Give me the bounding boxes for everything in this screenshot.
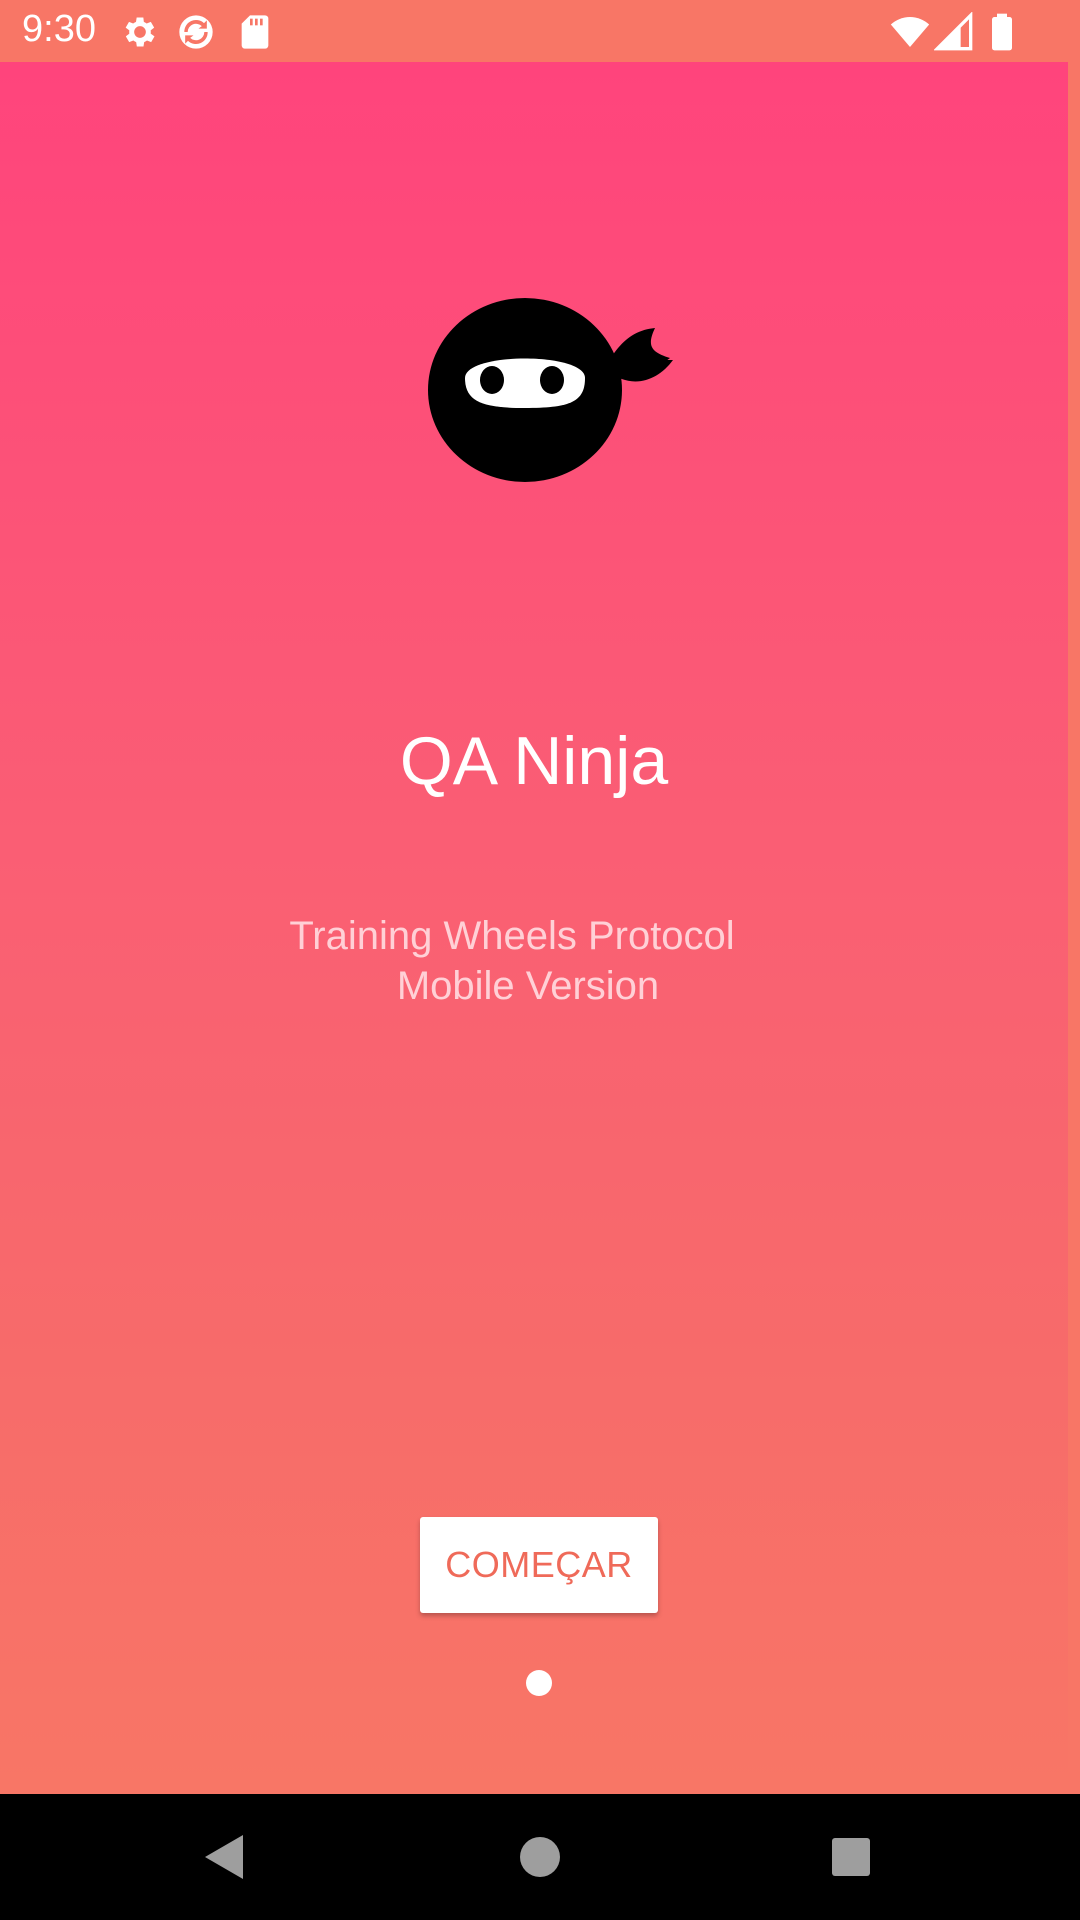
gear-icon	[125, 17, 155, 47]
home-button[interactable]	[507, 1824, 573, 1890]
wifi-icon	[890, 17, 930, 47]
sd-card-icon	[241, 15, 269, 49]
splash-content: QA Ninja Training Wheels Protocol Mobile…	[0, 62, 1068, 1794]
start-button[interactable]: COMEÇAR	[420, 1517, 658, 1613]
back-icon	[205, 1835, 243, 1879]
back-button[interactable]	[192, 1824, 258, 1890]
recents-icon	[832, 1838, 870, 1876]
navigation-bar	[0, 1794, 1080, 1920]
recents-button[interactable]	[818, 1824, 884, 1890]
page-indicator-dot	[526, 1670, 552, 1696]
battery-icon	[992, 13, 1012, 51]
app-title: QA Ninja	[399, 723, 669, 799]
subtitle-line-1: Training Wheels Protocol	[289, 914, 735, 958]
cell-signal-icon	[934, 12, 973, 51]
status-time: 9:30	[22, 8, 96, 50]
app-screen: 9:30 QA Ninja Training Wheels Protocol M…	[0, 0, 1080, 1920]
ninja-logo-icon	[428, 298, 673, 482]
sync-icon	[179, 15, 213, 49]
subtitle-line-2: Mobile Version	[396, 964, 660, 1008]
status-bar: 9:30	[0, 0, 1080, 62]
home-icon	[520, 1837, 560, 1877]
